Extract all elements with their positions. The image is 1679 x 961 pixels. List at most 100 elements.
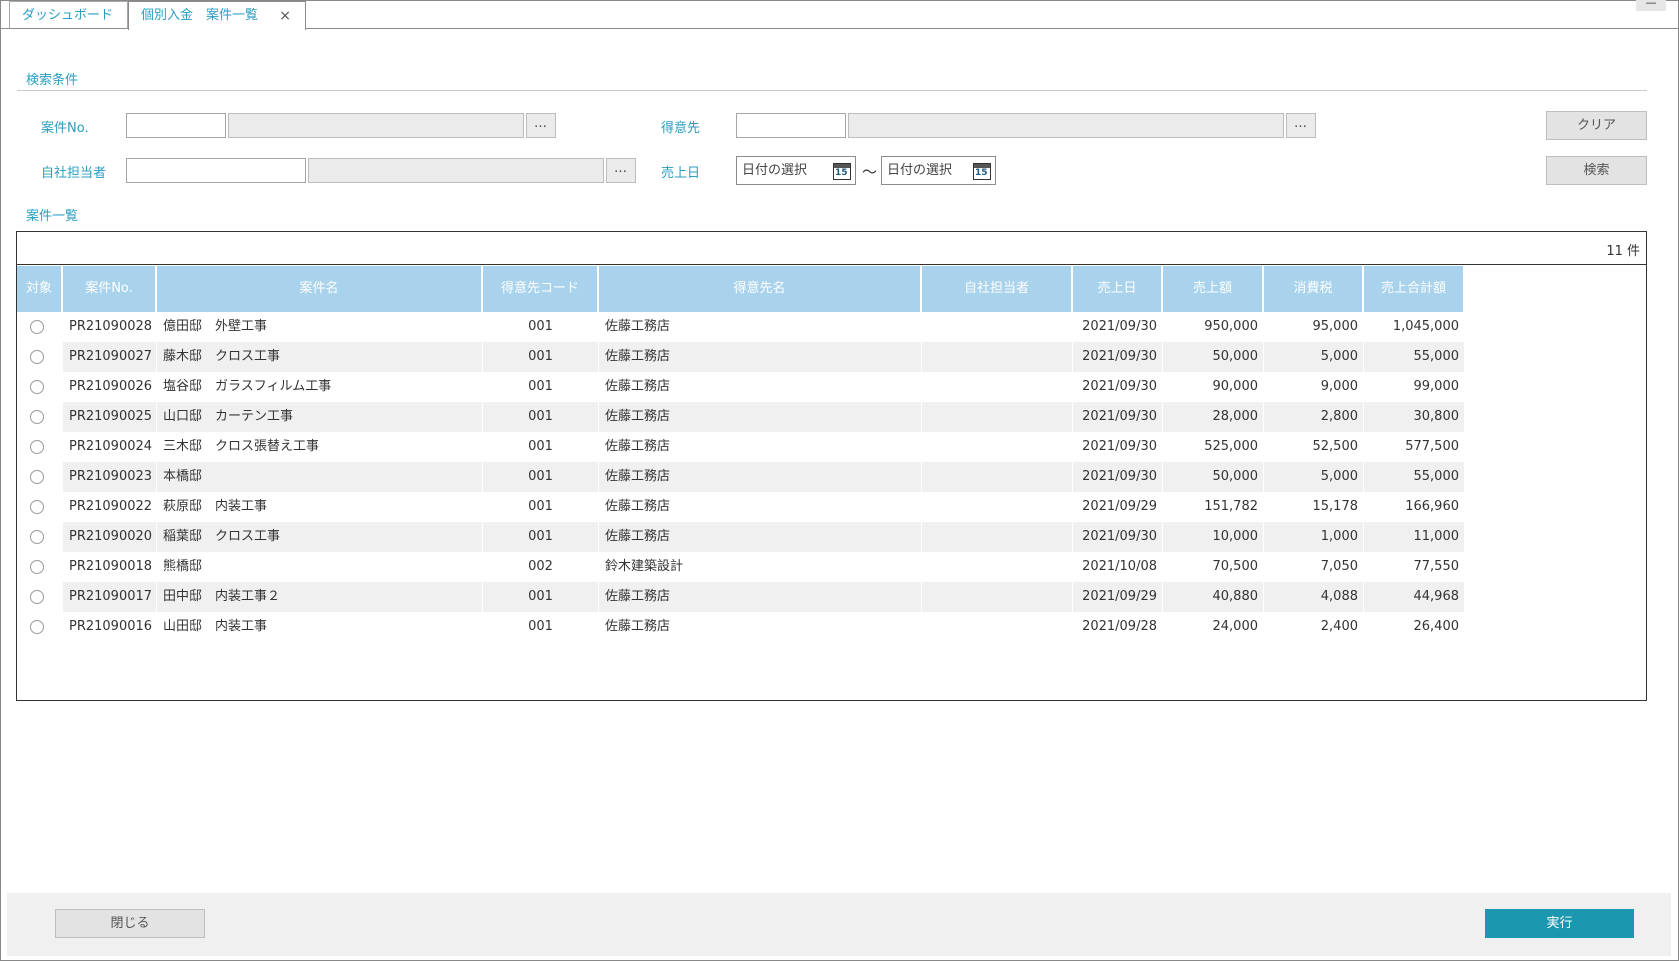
col-staff-header[interactable]: 自社担当者 xyxy=(922,266,1073,312)
customer-label: 得意先 xyxy=(661,121,701,136)
col-case-no-cell: PR21090025 xyxy=(63,402,157,432)
col-tax-cell: 1,000 xyxy=(1264,522,1364,552)
record-count: 11 件 xyxy=(1606,244,1640,259)
col-case-name-cell: 稲葉邸 クロス工事 xyxy=(157,522,483,552)
case-no-input[interactable] xyxy=(126,113,226,138)
col-sales-amount-cell: 40,880 xyxy=(1163,582,1264,612)
col-sales-amount-cell: 24,000 xyxy=(1163,612,1264,642)
col-customer-name-cell: 佐藤工務店 xyxy=(599,612,922,642)
select-radio[interactable] xyxy=(30,560,44,574)
col-total-cell: 99,000 xyxy=(1364,372,1465,402)
col-tax-header[interactable]: 消費税 xyxy=(1264,266,1364,312)
col-sales-amount-header[interactable]: 売上額 xyxy=(1163,266,1264,312)
select-cell xyxy=(17,372,63,402)
col-total-cell: 11,000 xyxy=(1364,522,1465,552)
col-target-header[interactable]: 対象 xyxy=(17,266,63,312)
col-sales-date-cell: 2021/09/29 xyxy=(1073,582,1163,612)
col-customer-code-cell: 001 xyxy=(483,372,599,402)
staff-browse-button[interactable]: … xyxy=(606,158,636,183)
table-row[interactable]: PR21090017 田中邸 内装工事２ 001 佐藤工務店 2021/09/29 40,… xyxy=(17,582,1465,612)
col-sales-date-cell: 2021/09/28 xyxy=(1073,612,1163,642)
customer-browse-button[interactable]: … xyxy=(1286,113,1316,138)
col-staff-cell xyxy=(922,312,1073,342)
col-staff-cell xyxy=(922,402,1073,432)
sales-date-to-input[interactable]: 日付の選択 15 xyxy=(881,156,996,185)
col-sales-date-cell: 2021/10/08 xyxy=(1073,552,1163,582)
case-browse-button[interactable]: … xyxy=(526,113,556,138)
col-total-header[interactable]: 売上合計額 xyxy=(1364,266,1465,312)
minimize-button[interactable]: — xyxy=(1636,0,1666,11)
col-total-cell: 44,968 xyxy=(1364,582,1465,612)
table-row[interactable]: PR21090020 稲葉邸 クロス工事 001 佐藤工務店 2021/09/30 10,… xyxy=(17,522,1465,552)
select-cell xyxy=(17,402,63,432)
col-sales-date-header[interactable]: 売上日 xyxy=(1073,266,1163,312)
col-customer-code-cell: 001 xyxy=(483,432,599,462)
customer-code-input[interactable] xyxy=(736,113,846,138)
col-sales-amount-cell: 525,000 xyxy=(1163,432,1264,462)
col-customer-code-header[interactable]: 得意先コード xyxy=(483,266,599,312)
calendar-icon[interactable]: 15 xyxy=(973,163,991,180)
table-row[interactable]: PR21090026 塩谷邸 ガラスフィルム工事 001 佐藤工務店 2021/09/3… xyxy=(17,372,1465,402)
table-row[interactable]: PR21090018 熊橋邸 002 鈴木建築設計 2021/10/08 70,500 7,… xyxy=(17,552,1465,582)
col-sales-date-cell: 2021/09/30 xyxy=(1073,372,1163,402)
col-case-no-header[interactable]: 案件No. xyxy=(63,266,157,312)
col-customer-code-cell: 001 xyxy=(483,582,599,612)
search-button[interactable]: 検索 xyxy=(1546,156,1647,185)
select-radio[interactable] xyxy=(30,320,44,334)
table-row[interactable]: PR21090025 山口邸 カーテン工事 001 佐藤工務店 2021/09/30 28… xyxy=(17,402,1465,432)
select-radio[interactable] xyxy=(30,470,44,484)
sales-date-from-input[interactable]: 日付の選択 15 xyxy=(736,156,856,185)
staff-label: 自社担当者 xyxy=(41,166,107,181)
col-sales-date-cell: 2021/09/30 xyxy=(1073,432,1163,462)
select-radio[interactable] xyxy=(30,410,44,424)
select-radio[interactable] xyxy=(30,380,44,394)
select-radio[interactable] xyxy=(30,500,44,514)
select-radio[interactable] xyxy=(30,620,44,634)
col-total-cell: 577,500 xyxy=(1364,432,1465,462)
close-button[interactable]: 閉じる xyxy=(55,909,205,938)
list-section-title: 案件一覧 xyxy=(26,209,79,224)
table-row[interactable]: PR21090023 本橋邸 001 佐藤工務店 2021/09/30 50,000 5,0… xyxy=(17,462,1465,492)
col-case-no-cell: PR21090024 xyxy=(63,432,157,462)
tab-case-list-label: 個別入金 案件一覧 xyxy=(141,8,259,23)
col-tax-cell: 4,088 xyxy=(1264,582,1364,612)
tab-dashboard[interactable]: ダッシュボード xyxy=(9,1,128,29)
staff-code-input[interactable] xyxy=(126,158,306,183)
col-staff-cell xyxy=(922,612,1073,642)
calendar-day: 15 xyxy=(835,168,848,178)
col-tax-cell: 5,000 xyxy=(1264,342,1364,372)
table-row[interactable]: PR21090024 三木邸 クロス張替え工事 001 佐藤工務店 2021/09/30… xyxy=(17,432,1465,462)
table-row[interactable]: PR21090022 萩原邸 内装工事 001 佐藤工務店 2021/09/29 151,… xyxy=(17,492,1465,522)
search-section-title: 検索条件 xyxy=(26,73,79,88)
col-case-name-header[interactable]: 案件名 xyxy=(157,266,483,312)
col-total-cell: 55,000 xyxy=(1364,462,1465,492)
col-total-cell: 1,045,000 xyxy=(1364,312,1465,342)
window: ダッシュボード 個別入金 案件一覧 × — 検索条件 案件No. … 得意先 …… xyxy=(0,0,1679,961)
close-icon[interactable]: × xyxy=(279,2,291,30)
select-radio[interactable] xyxy=(30,590,44,604)
table-row[interactable]: PR21090016 山田邸 内装工事 001 佐藤工務店 2021/09/28 24,0… xyxy=(17,612,1465,642)
col-case-name-cell: 三木邸 クロス張替え工事 xyxy=(157,432,483,462)
col-customer-name-header[interactable]: 得意先名 xyxy=(599,266,922,312)
select-cell xyxy=(17,552,63,582)
col-case-no-cell: PR21090026 xyxy=(63,372,157,402)
select-radio[interactable] xyxy=(30,350,44,364)
select-cell xyxy=(17,582,63,612)
count-bar: 11 件 xyxy=(17,232,1646,265)
table-row[interactable]: PR21090027 藤木邸 クロス工事 001 佐藤工務店 2021/09/30 50,… xyxy=(17,342,1465,372)
col-sales-amount-cell: 10,000 xyxy=(1163,522,1264,552)
clear-button[interactable]: クリア xyxy=(1546,111,1647,140)
execute-button[interactable]: 実行 xyxy=(1485,909,1634,938)
tab-case-list[interactable]: 個別入金 案件一覧 × xyxy=(128,1,306,30)
select-radio[interactable] xyxy=(30,530,44,544)
table-row[interactable]: PR21090028 億田邸 外壁工事 001 佐藤工務店 2021/09/30 950,… xyxy=(17,312,1465,342)
col-customer-name-cell: 佐藤工務店 xyxy=(599,522,922,552)
col-sales-amount-cell: 90,000 xyxy=(1163,372,1264,402)
col-sales-amount-cell: 151,782 xyxy=(1163,492,1264,522)
col-tax-cell: 5,000 xyxy=(1264,462,1364,492)
col-sales-amount-cell: 70,500 xyxy=(1163,552,1264,582)
case-no-label: 案件No. xyxy=(41,121,89,136)
select-radio[interactable] xyxy=(30,440,44,454)
calendar-icon[interactable]: 15 xyxy=(833,163,851,180)
col-customer-name-cell: 鈴木建築設計 xyxy=(599,552,922,582)
